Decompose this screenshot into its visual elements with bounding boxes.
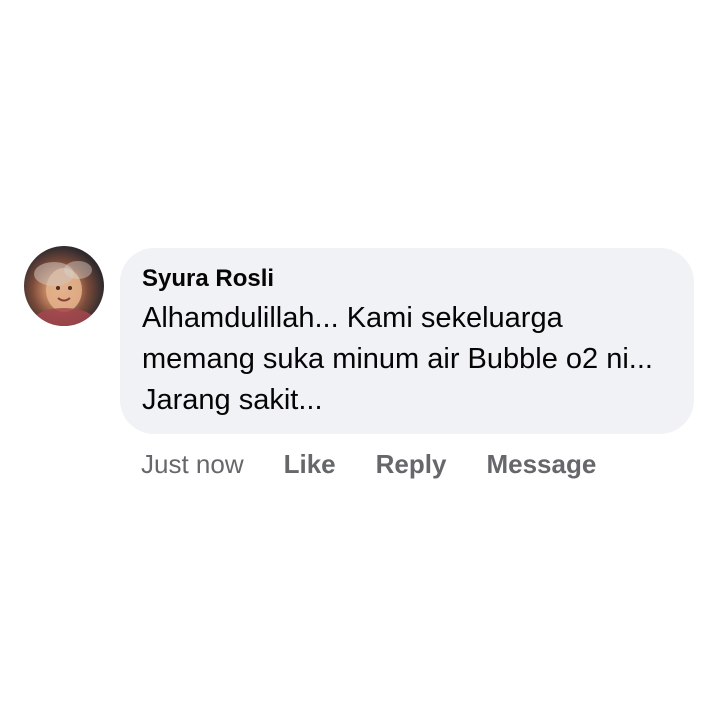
message-button[interactable]: Message	[486, 446, 596, 482]
comment-timestamp[interactable]: Just now	[141, 446, 244, 482]
avatar[interactable]	[24, 246, 104, 326]
reply-button[interactable]: Reply	[376, 446, 447, 482]
profile-photo-icon	[34, 261, 94, 326]
comment-text: Alhamdulillah... Kami sekeluarga memang …	[142, 302, 662, 416]
author-name[interactable]: Syura Rosli	[142, 262, 672, 296]
comment-actions: Just now Like Reply Message	[141, 446, 636, 482]
comment-bubble: Syura Rosli Alhamdulillah... Kami sekelu…	[120, 248, 694, 434]
comment-view: Syura Rosli Alhamdulillah... Kami sekelu…	[0, 0, 716, 716]
like-button[interactable]: Like	[284, 446, 336, 482]
